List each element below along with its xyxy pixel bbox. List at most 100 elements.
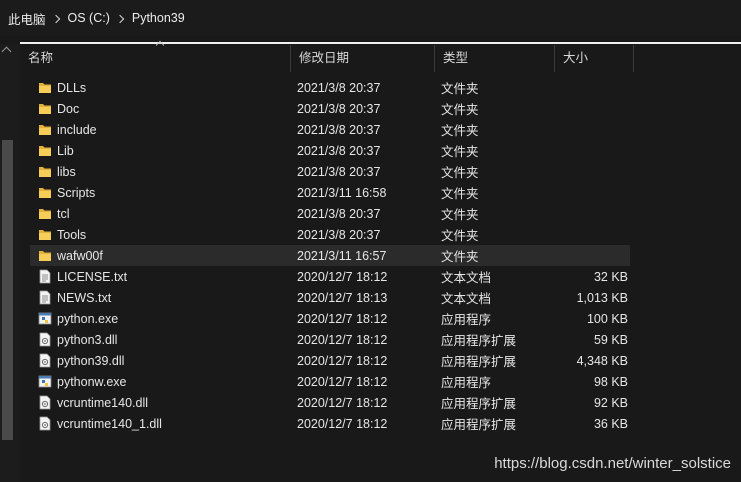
navigation-pane-scrollbar[interactable]	[0, 44, 20, 482]
column-header-type[interactable]: 类型	[435, 45, 555, 72]
file-modified-date: 2021/3/8 20:37	[297, 143, 381, 158]
file-type: 应用程序扩展	[441, 418, 517, 432]
file-name: python.exe	[57, 311, 119, 326]
file-name: pythonw.exe	[57, 374, 127, 389]
breadcrumb-folder[interactable]: Python39	[132, 11, 185, 25]
chevron-right-icon[interactable]	[46, 11, 68, 26]
file-row[interactable]: libs 2021/3/8 20:37 文件夹	[30, 161, 630, 182]
column-header-name-label: 名称	[28, 51, 54, 65]
file-name: vcruntime140_1.dll	[57, 416, 162, 431]
file-modified-date: 2020/12/7 18:12	[297, 269, 388, 284]
column-header-date[interactable]: 修改日期	[291, 45, 435, 72]
file-type: 应用程序扩展	[441, 355, 517, 369]
file-row[interactable]: LICENSE.txt 2020/12/7 18:12 文本文档 32 KB	[30, 266, 630, 287]
dll-file-icon	[38, 416, 52, 431]
file-name: Tools	[57, 227, 87, 242]
file-row[interactable]: tcl 2021/3/8 20:37 文件夹	[30, 203, 630, 224]
file-modified-date: 2020/12/7 18:12	[297, 416, 388, 431]
chevron-right-icon[interactable]	[110, 11, 132, 26]
file-name: python3.dll	[57, 332, 118, 347]
file-row[interactable]: Doc 2021/3/8 20:37 文件夹	[30, 98, 630, 119]
python-exe-icon	[38, 374, 52, 389]
column-header-size-label: 大小	[563, 51, 589, 65]
file-name: wafw00f	[57, 248, 103, 263]
column-header: 名称 修改日期 类型 大小	[20, 40, 741, 72]
file-type: 应用程序扩展	[441, 397, 517, 411]
breadcrumb-this-pc[interactable]: 此电脑	[0, 9, 46, 28]
scroll-up-icon[interactable]	[1, 46, 12, 57]
file-name: Doc	[57, 101, 80, 116]
file-row[interactable]: Tools 2021/3/8 20:37 文件夹	[30, 224, 630, 245]
folder-icon	[38, 164, 52, 179]
file-row[interactable]: DLLs 2021/3/8 20:37 文件夹	[30, 77, 630, 98]
folder-icon	[38, 80, 52, 95]
file-type: 文件夹	[441, 229, 479, 243]
dll-file-icon	[38, 332, 52, 347]
file-name: LICENSE.txt	[57, 269, 128, 284]
file-row[interactable]: vcruntime140.dll 2020/12/7 18:12 应用程序扩展 92 …	[30, 392, 630, 413]
file-modified-date: 2021/3/8 20:37	[297, 122, 381, 137]
file-row[interactable]: include 2021/3/8 20:37 文件夹	[30, 119, 630, 140]
file-row[interactable]: python.exe 2020/12/7 18:12 应用程序 100 KB	[30, 308, 630, 329]
file-type: 应用程序	[441, 313, 492, 327]
file-size: 1,013 KB	[576, 290, 628, 305]
file-row[interactable]: vcruntime140_1.dll 2020/12/7 18:12 应用程序扩展 3…	[30, 413, 630, 434]
file-modified-date: 2021/3/11 16:57	[297, 248, 387, 263]
file-name: DLLs	[57, 80, 87, 95]
folder-icon	[38, 248, 52, 263]
column-header-name[interactable]: 名称	[20, 40, 291, 72]
folder-icon	[38, 143, 52, 158]
file-row[interactable]: Lib 2021/3/8 20:37 文件夹	[30, 140, 630, 161]
file-size: 92 KB	[593, 395, 628, 410]
file-size: 98 KB	[593, 374, 628, 389]
file-type: 文件夹	[441, 187, 479, 201]
file-size: 100 KB	[586, 311, 628, 326]
folder-icon	[38, 101, 52, 116]
file-name: libs	[57, 164, 76, 179]
file-modified-date: 2021/3/11 16:58	[297, 185, 387, 200]
file-type: 文件夹	[441, 208, 479, 222]
file-size: 4,348 KB	[576, 353, 628, 368]
file-modified-date: 2021/3/8 20:37	[297, 101, 381, 116]
file-type: 文本文档	[441, 292, 492, 306]
file-modified-date: 2020/12/7 18:12	[297, 395, 388, 410]
file-row[interactable]: pythonw.exe 2020/12/7 18:12 应用程序 98 KB	[30, 371, 630, 392]
breadcrumb-drive[interactable]: OS (C:)	[68, 11, 110, 25]
file-modified-date: 2020/12/7 18:12	[297, 353, 388, 368]
file-type: 文件夹	[441, 250, 479, 264]
file-modified-date: 2020/12/7 18:12	[297, 374, 388, 389]
file-name: python39.dll	[57, 353, 125, 368]
file-type: 文件夹	[441, 166, 479, 180]
file-type: 应用程序扩展	[441, 334, 517, 348]
file-type: 文本文档	[441, 271, 492, 285]
file-name: Lib	[57, 143, 74, 158]
file-modified-date: 2020/12/7 18:12	[297, 311, 388, 326]
watermark: https://blog.csdn.net/winter_solstice	[494, 455, 731, 472]
folder-icon	[38, 227, 52, 242]
column-header-type-label: 类型	[443, 51, 469, 65]
file-name: vcruntime140.dll	[57, 395, 149, 410]
file-name: NEWS.txt	[57, 290, 112, 305]
file-modified-date: 2021/3/8 20:37	[297, 80, 381, 95]
column-header-size[interactable]: 大小	[555, 45, 634, 72]
file-row[interactable]: NEWS.txt 2020/12/7 18:13 文本文档 1,013 KB	[30, 287, 630, 308]
file-type: 文件夹	[441, 82, 479, 96]
file-size: 59 KB	[593, 332, 628, 347]
text-file-icon	[38, 269, 52, 284]
scrollbar-thumb[interactable]	[2, 140, 13, 440]
file-row[interactable]: wafw00f 2021/3/11 16:57 文件夹	[30, 245, 630, 266]
file-row[interactable]: python39.dll 2020/12/7 18:12 应用程序扩展 4,348 K…	[30, 350, 630, 371]
file-modified-date: 2020/12/7 18:13	[297, 290, 388, 305]
file-modified-date: 2021/3/8 20:37	[297, 227, 381, 242]
breadcrumb: 此电脑 OS (C:) Python39	[0, 0, 741, 36]
file-size: 36 KB	[593, 416, 628, 431]
folder-icon	[38, 122, 52, 137]
file-size: 32 KB	[593, 269, 628, 284]
file-modified-date: 2021/3/8 20:37	[297, 206, 381, 221]
file-row[interactable]: Scripts 2021/3/11 16:58 文件夹	[30, 182, 630, 203]
folder-icon	[38, 206, 52, 221]
file-name: tcl	[57, 206, 70, 221]
python-exe-icon	[38, 311, 52, 326]
file-name: Scripts	[57, 185, 96, 200]
file-row[interactable]: python3.dll 2020/12/7 18:12 应用程序扩展 59 KB	[30, 329, 630, 350]
